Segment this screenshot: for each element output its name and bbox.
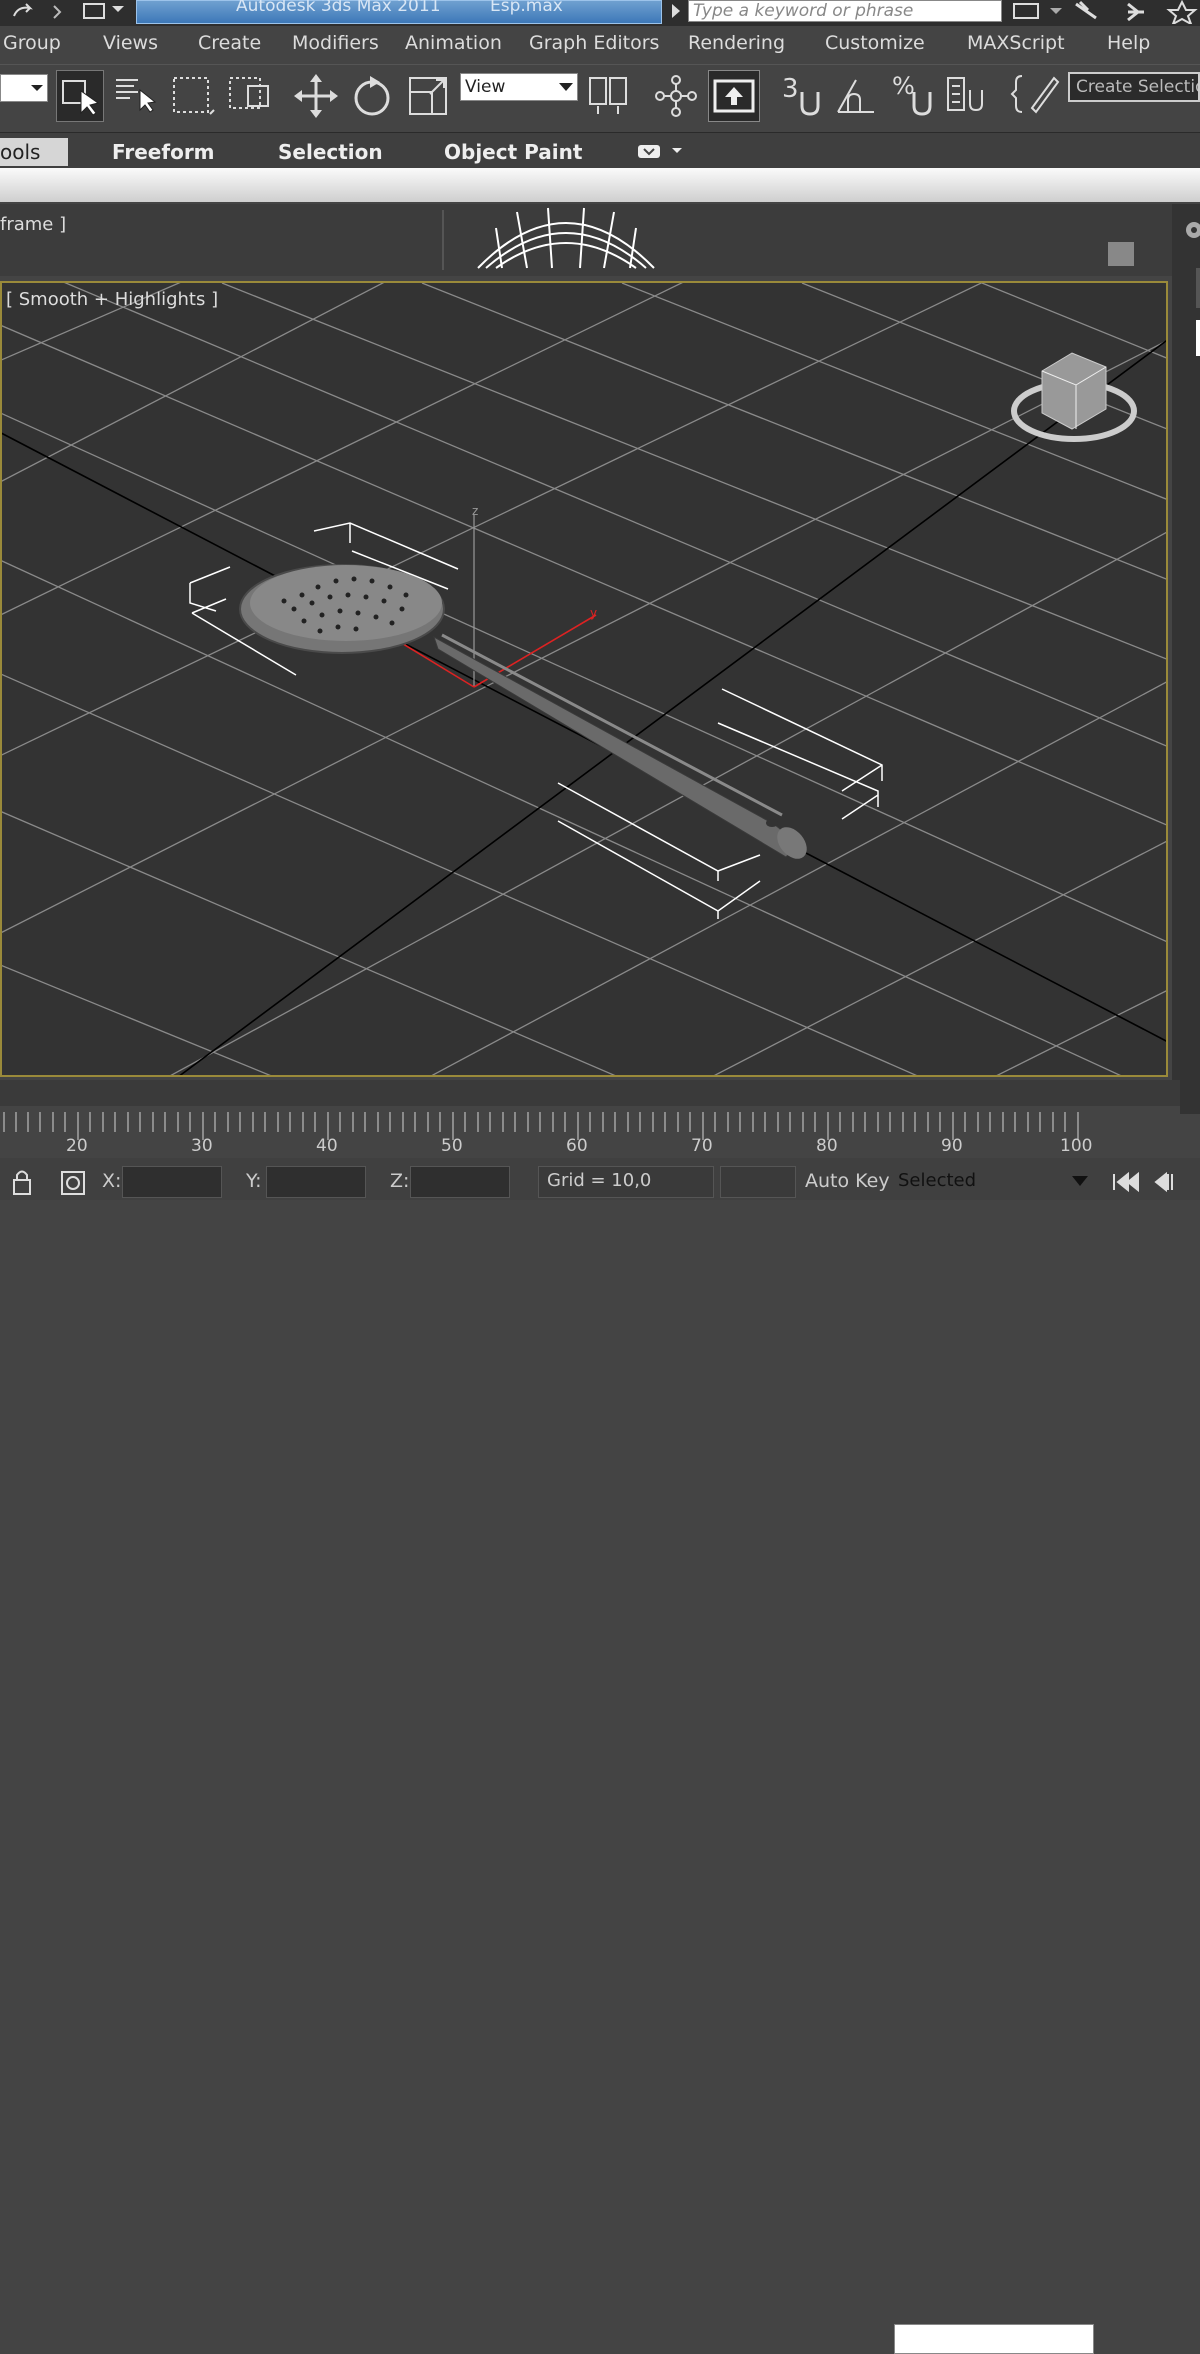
reference-coord-dropdown[interactable]: View — [460, 73, 578, 101]
absolute-mode-icon — [61, 1171, 85, 1195]
menu-maxscript[interactable]: MAXScript — [967, 32, 1065, 54]
viewcube — [1011, 352, 1137, 442]
timeline-tick-70: 70 — [691, 1136, 713, 1156]
time-slider-track[interactable]: 20 30 40 50 60 70 80 90 100 — [0, 1080, 1180, 1158]
grid-display: Grid = 10,0 — [538, 1166, 714, 1198]
command-panel-edge[interactable] — [1172, 204, 1200, 1114]
select-object-button[interactable] — [56, 70, 104, 122]
go-to-start-icon — [1113, 1171, 1139, 1193]
world-axes — [2, 339, 1166, 1075]
app-title: Autodesk 3ds Max 2011 — [236, 0, 441, 16]
quick-access-icons[interactable] — [4, 0, 124, 24]
timeline-tick-80: 80 — [816, 1136, 838, 1156]
timeline-tick-50: 50 — [441, 1136, 463, 1156]
favorites-star-icon — [1166, 0, 1198, 24]
viewcube-mini[interactable] — [1108, 242, 1134, 266]
rect-selection-icon[interactable] — [170, 72, 220, 120]
timeline-tick-90: 90 — [941, 1136, 963, 1156]
timeline-tick-60: 60 — [566, 1136, 588, 1156]
timeline-tick-20: 20 — [66, 1136, 88, 1156]
spinner-snap-icon[interactable] — [944, 72, 994, 120]
ribbon-tab-tools[interactable]: ools — [0, 140, 40, 164]
menu-views[interactable]: Views — [103, 32, 158, 54]
search-input[interactable] — [689, 1, 997, 21]
viewport-scene: z x y — [2, 283, 1166, 1075]
auto-key-button[interactable]: Auto Key — [805, 1170, 890, 1192]
home-grid — [2, 283, 1166, 1075]
menu-bar: Group Views Create Modifiers Animation G… — [0, 26, 1200, 64]
grid-text: Grid = 10,0 — [547, 1170, 652, 1191]
select-object-icon — [62, 80, 100, 116]
menu-create[interactable]: Create — [198, 32, 261, 54]
perspective-viewport[interactable]: z x y [ Smooth + Highlight — [0, 281, 1168, 1077]
play-arrow-icon[interactable] — [668, 0, 684, 22]
timeline-tick-100: 100 — [1060, 1136, 1093, 1156]
use-pivot-center-icon[interactable] — [586, 72, 642, 120]
rotate-icon[interactable] — [348, 72, 398, 120]
status-icons — [13, 1170, 85, 1195]
key-filter-value: Selected — [898, 1170, 977, 1191]
percent-magnet-icon[interactable] — [910, 84, 936, 120]
timeline-ruler — [0, 1080, 1180, 1140]
previous-frame-icon — [1154, 1171, 1173, 1193]
menu-group[interactable]: Group — [3, 32, 61, 54]
ribbon-tab-freeform[interactable]: Freeform — [112, 140, 215, 164]
window-crossing-icon[interactable] — [226, 72, 276, 120]
skimmer-model — [239, 564, 807, 859]
timeline-tick-30: 30 — [191, 1136, 213, 1156]
z-label: Z: — [390, 1170, 410, 1192]
tools-icon — [1075, 0, 1097, 20]
ribbon-panel — [0, 168, 1200, 202]
x-coord-field[interactable] — [122, 1166, 222, 1198]
key-filter-dropdown[interactable] — [894, 2324, 1094, 2354]
status-bar: X: Y: Z: Grid = 10,0 Auto Key Selected — [0, 1158, 1200, 2354]
menu-customize[interactable]: Customize — [825, 32, 925, 54]
playback-controls[interactable] — [1110, 1170, 1200, 1194]
skimmer-wireframe — [477, 207, 655, 269]
edit-named-selections-icon[interactable] — [1010, 72, 1066, 120]
gear-icon[interactable] — [1172, 204, 1200, 404]
move-icon[interactable] — [290, 72, 340, 120]
timeline-tick-40: 40 — [316, 1136, 338, 1156]
lock-icon — [13, 1179, 31, 1195]
selection-filter-dropdown[interactable] — [0, 74, 48, 102]
upload-icon — [713, 79, 755, 113]
y-label: Y: — [246, 1170, 262, 1192]
angle-snap-icon[interactable] — [832, 72, 882, 120]
scale-icon[interactable] — [404, 72, 454, 120]
x-label: X: — [102, 1170, 122, 1192]
named-selection-field[interactable]: Create Selectio — [1068, 72, 1200, 102]
main-viewport-label[interactable]: [ Smooth + Highlights ] — [6, 289, 218, 310]
menu-help[interactable]: Help — [1107, 32, 1150, 54]
z-coord-field[interactable] — [410, 1166, 510, 1198]
keyboard-shortcut-override-button[interactable] — [708, 70, 760, 122]
top-viewport[interactable]: frame ] — [0, 204, 1172, 276]
file-name: Esp.max — [490, 0, 563, 16]
ribbon-tab-selection[interactable]: Selection — [278, 140, 383, 164]
menu-rendering[interactable]: Rendering — [688, 32, 785, 54]
ribbon-tab-object-paint[interactable]: Object Paint — [444, 140, 582, 164]
reference-coord-value: View — [465, 77, 506, 97]
magnet-icon[interactable] — [798, 84, 824, 120]
gizmo-z-label: z — [472, 504, 478, 518]
search-box[interactable] — [688, 0, 1002, 22]
ribbon-options-icon[interactable] — [636, 142, 686, 162]
menu-graph-editors[interactable]: Graph Editors — [529, 32, 659, 54]
top-viewport-label[interactable]: frame ] — [0, 214, 66, 235]
y-coord-field[interactable] — [266, 1166, 366, 1198]
menu-modifiers[interactable]: Modifiers — [292, 32, 379, 54]
set-key-button[interactable] — [720, 1166, 796, 1198]
viewport-divider — [442, 210, 444, 270]
info-center-icons[interactable] — [1010, 0, 1200, 24]
comm-center-icon — [1127, 2, 1144, 22]
chevron-down-icon — [559, 83, 573, 91]
menu-animation[interactable]: Animation — [405, 32, 502, 54]
snap-toggle-label[interactable]: 3 — [782, 74, 799, 104]
gizmo-y-label: y — [590, 606, 597, 620]
binoculars-icon — [1013, 3, 1039, 19]
select-by-name-icon[interactable] — [112, 72, 162, 120]
select-manipulate-icon[interactable] — [652, 72, 702, 120]
chevron-down-icon — [1072, 1176, 1088, 1186]
